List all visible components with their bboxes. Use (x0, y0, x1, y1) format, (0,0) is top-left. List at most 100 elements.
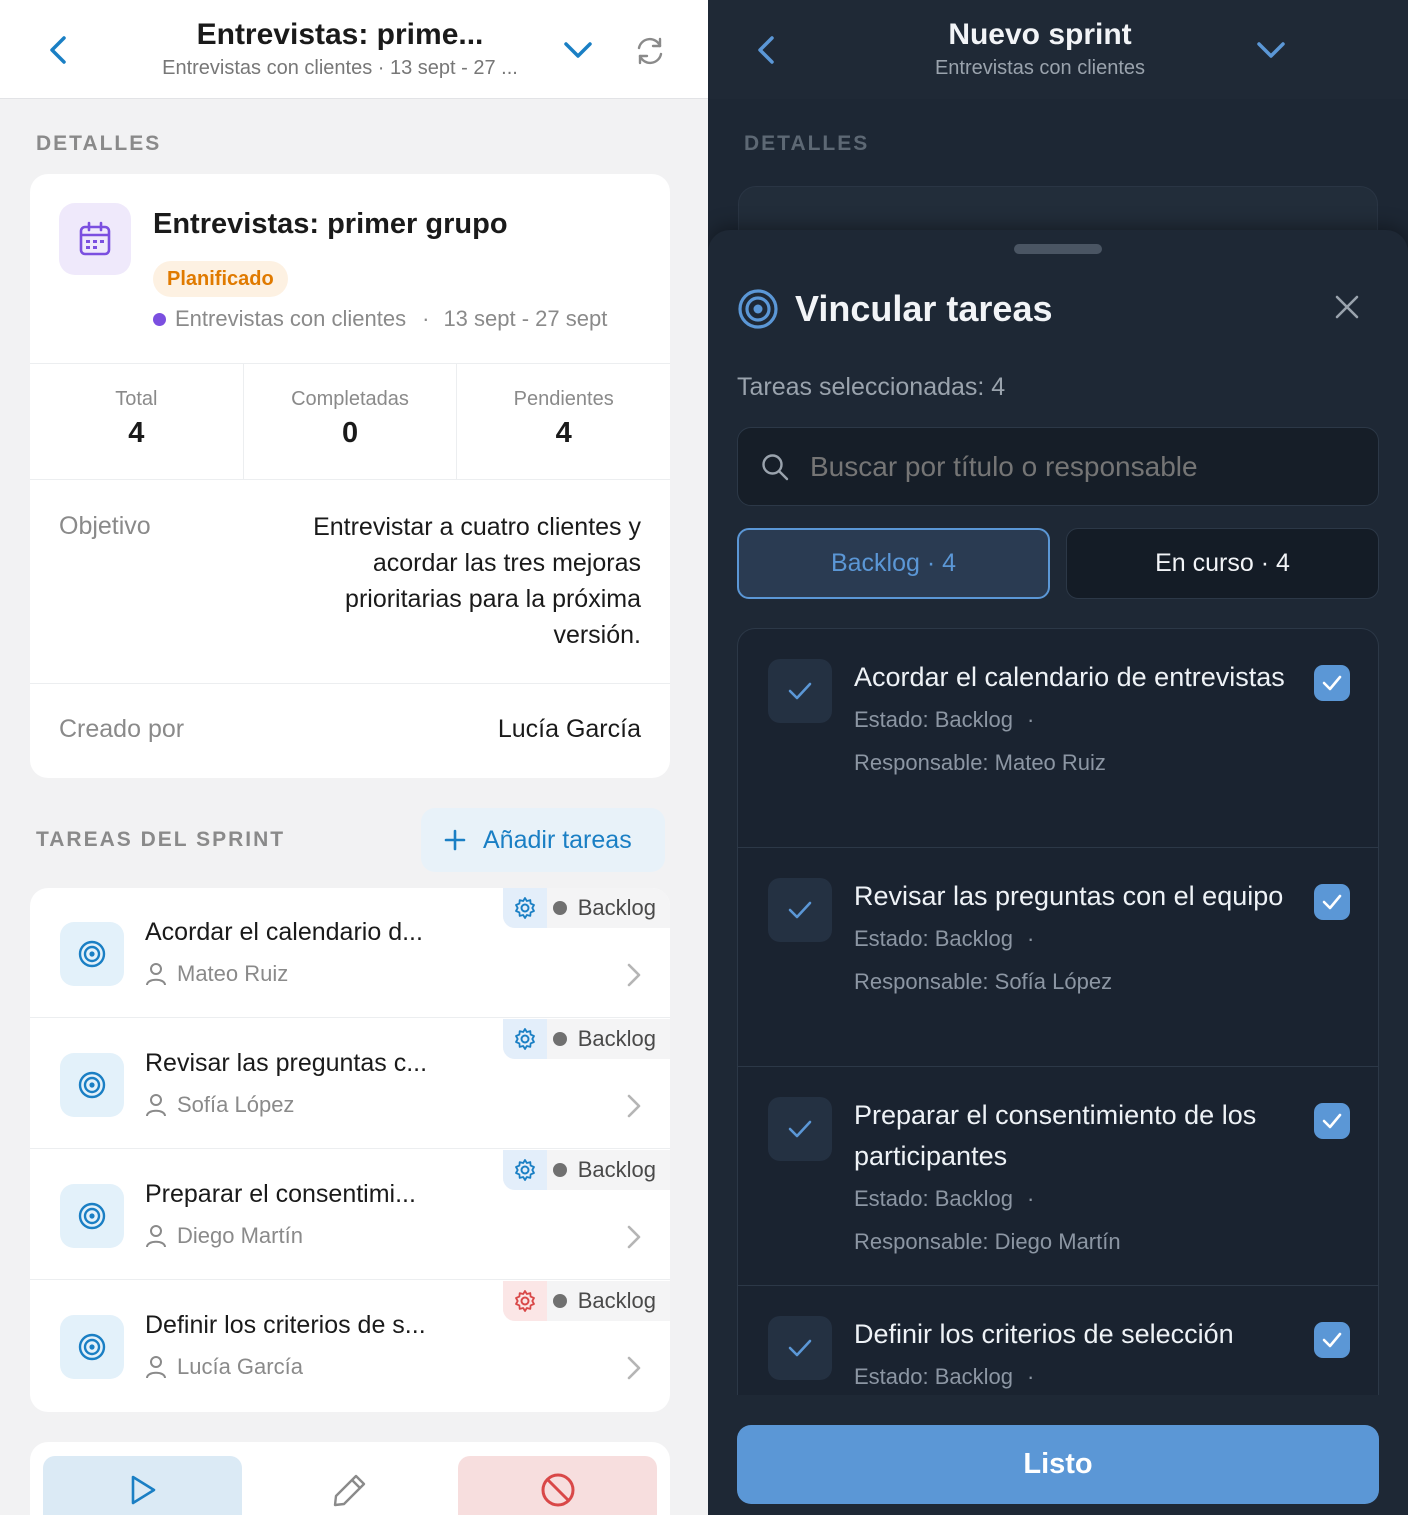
assignee-name: Lucía García (177, 1354, 303, 1379)
meta-separator: · (1026, 1364, 1035, 1389)
task-assignee: Mateo Ruiz (145, 961, 288, 987)
status-badge: Planificado (153, 261, 288, 297)
chevron-down-icon[interactable] (1255, 38, 1287, 62)
objective-line: versión. (553, 621, 641, 649)
sprint-dates: 13 sept - 27 sept (443, 306, 608, 331)
chevron-down-icon[interactable] (562, 38, 594, 62)
objective-line: acordar las tres mejoras (372, 549, 641, 577)
stat-completed: Completadas 0 (244, 364, 458, 479)
assignee-name: Mateo Ruiz (177, 961, 289, 986)
checkmark-icon (768, 1097, 832, 1161)
chevron-right-icon (626, 1355, 642, 1386)
objective-line: Entrevistar a cuatro clientes y (313, 513, 641, 541)
details-section-label: DETALLES (36, 132, 162, 155)
objective-line: prioritarias para la próxima (345, 585, 641, 613)
play-icon (131, 1475, 155, 1505)
task-status-badge: Backlog (502, 1019, 670, 1059)
task-option-state: Estado: Backlog (854, 707, 1013, 732)
link-tasks-sheet: Vincular tareas Tareas seleccionadas: 4 … (708, 230, 1408, 1515)
sheet-grabber[interactable] (1014, 244, 1102, 254)
task-title: Acordar el calendario d... (145, 918, 423, 946)
task-row[interactable]: Preparar el consentimi... Diego Martín B… (30, 1150, 670, 1280)
creator-label: Creado por (59, 715, 185, 743)
start-sprint-button[interactable] (43, 1456, 242, 1515)
edit-button[interactable] (250, 1456, 449, 1515)
sprint-tasks-list: Acordar el calendario d... Mateo Ruiz Ba… (30, 888, 670, 1412)
task-option-title: Revisar las preguntas con el equipo (854, 881, 1284, 911)
task-option-state: Estado: Backlog (854, 926, 1013, 951)
search-field[interactable] (737, 427, 1379, 506)
add-tasks-button[interactable]: Añadir tareas (421, 808, 665, 872)
checkbox-checked[interactable] (1314, 884, 1350, 920)
search-input[interactable] (810, 428, 1360, 505)
sheet-title: Vincular tareas (795, 288, 1053, 329)
task-option-status: Estado: Backlog · (854, 1355, 1294, 1395)
task-selection-list: Acordar el calendario de entrevistas Est… (737, 628, 1379, 1395)
task-option-assignee: Responsable: Mateo Ruiz (854, 750, 1106, 775)
pencil-icon (333, 1474, 365, 1507)
task-option-title: Acordar el calendario de entrevistas (854, 662, 1285, 692)
checkbox-checked[interactable] (1314, 665, 1350, 701)
task-status-badge: Backlog (502, 1150, 670, 1190)
stat-label: Completadas (291, 388, 409, 410)
task-status: Backlog (577, 1157, 656, 1182)
task-row[interactable]: Revisar las preguntas c... Sofía López B… (30, 1019, 670, 1149)
chevron-right-icon (626, 1093, 642, 1124)
task-option-status: Estado: Backlog · (854, 698, 1294, 741)
target-icon (60, 1053, 124, 1117)
assignee-name: Diego Martín (177, 1223, 303, 1248)
prohibited-icon (541, 1473, 574, 1507)
task-option-text: Definir los criterios de selección Estad… (854, 1314, 1294, 1395)
task-option[interactable]: Revisar las preguntas con el equipo Esta… (738, 848, 1378, 1067)
done-button[interactable]: Listo (737, 1425, 1379, 1504)
calendar-icon (59, 203, 131, 275)
target-icon (60, 1315, 124, 1379)
person-icon (146, 1094, 166, 1117)
header: Entrevistas: prime... Entrevistas con cl… (0, 0, 708, 99)
task-option-text: Revisar las preguntas con el equipo Esta… (854, 876, 1294, 1003)
sprint-name: Entrevistas: primer grupo (153, 208, 508, 240)
task-option-state: Estado: Backlog (854, 1364, 1013, 1389)
project-name: Entrevistas con clientes (175, 306, 407, 331)
checkbox-checked[interactable] (1314, 1322, 1350, 1358)
status-dot (552, 901, 567, 915)
task-option[interactable]: Preparar el consentimiento de los partic… (738, 1067, 1378, 1286)
target-icon (60, 922, 124, 986)
meta-separator: · (1026, 1186, 1035, 1211)
sprint-detail-screen: Entrevistas: prime... Entrevistas con cl… (0, 0, 708, 1515)
task-assignee: Sofía López (145, 1092, 294, 1118)
details-section-label: DETALLES (744, 132, 870, 155)
gear-icon (502, 1150, 547, 1190)
task-option-text: Acordar el calendario de entrevistas Est… (854, 657, 1294, 784)
search-icon (760, 452, 790, 487)
task-assignee: Lucía García (145, 1354, 303, 1380)
tab-in-progress[interactable]: En curso · 4 (1066, 528, 1379, 599)
cancel-sprint-button[interactable] (458, 1456, 657, 1515)
stat-value: 4 (555, 417, 572, 449)
task-row[interactable]: Acordar el calendario d... Mateo Ruiz Ba… (30, 888, 670, 1018)
target-icon (60, 1184, 124, 1248)
task-status-badge: Backlog (502, 888, 670, 928)
sprint-details-card: Entrevistas: primer grupo Planificado En… (30, 174, 670, 778)
refresh-icon[interactable] (633, 34, 667, 68)
person-icon (146, 963, 166, 986)
stat-value: 0 (341, 417, 359, 449)
person-icon (146, 1225, 166, 1248)
checkbox-checked[interactable] (1314, 1103, 1350, 1139)
assignee-name: Sofía López (177, 1092, 295, 1117)
chevron-right-icon (626, 962, 642, 993)
stats-row: Total 4 Completadas 0 Pendientes 4 (30, 363, 670, 480)
task-row[interactable]: Definir los criterios de s... Lucía Garc… (30, 1281, 670, 1411)
task-option[interactable]: Acordar el calendario de entrevistas Est… (738, 629, 1378, 848)
task-assignee: Diego Martín (145, 1223, 303, 1249)
task-status: Backlog (577, 895, 656, 920)
objective-label: Objetivo (59, 512, 151, 540)
task-option[interactable]: Definir los criterios de selección Estad… (738, 1286, 1378, 1395)
sprint-tasks-section-label: TAREAS DEL SPRINT (36, 828, 286, 851)
selected-count: Tareas seleccionadas: 4 (737, 373, 1006, 401)
tab-backlog[interactable]: Backlog · 4 (737, 528, 1050, 599)
stat-pending: Pendientes 4 (457, 364, 670, 479)
task-option-assignee: Responsable: Diego Martín (854, 1229, 1121, 1254)
close-icon[interactable] (1334, 294, 1360, 325)
divider (30, 683, 670, 684)
